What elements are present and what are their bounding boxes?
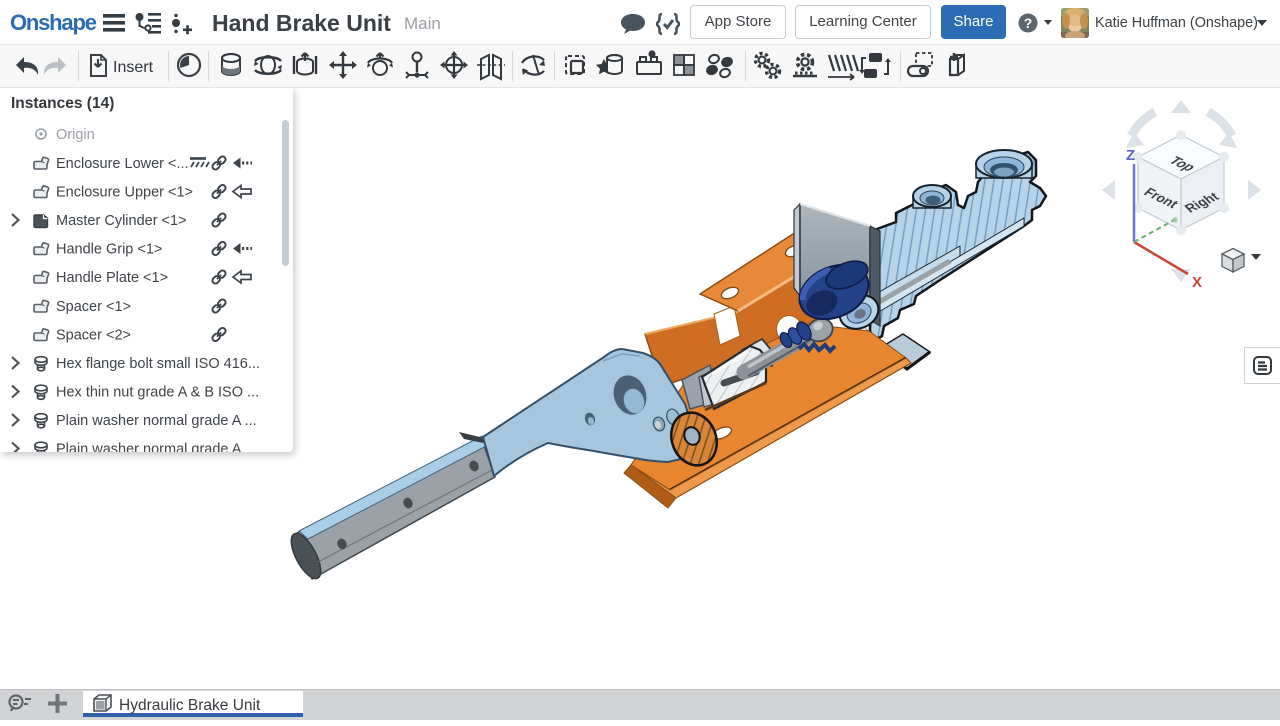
- svg-text:Enclosure Upper <1>: Enclosure Upper <1>: [56, 185, 193, 201]
- svg-text:?: ?: [1024, 15, 1033, 31]
- svg-text:Plain washer normal grade A ..: Plain washer normal grade A ...: [56, 413, 257, 429]
- svg-text:Z: Z: [1126, 147, 1135, 164]
- svg-text:Hex flange bolt small ISO 416.: Hex flange bolt small ISO 416...: [56, 356, 260, 372]
- svg-text:Enclosure Lower <...: Enclosure Lower <...: [56, 156, 189, 172]
- svg-text:Plain washer normal grade A: Plain washer normal grade A: [56, 442, 242, 453]
- svg-text:Instances (14): Instances (14): [11, 95, 114, 112]
- svg-text:Insert: Insert: [113, 59, 154, 76]
- svg-text:Master Cylinder <1>: Master Cylinder <1>: [56, 213, 187, 229]
- svg-text:Spacer <1>: Spacer <1>: [56, 299, 131, 315]
- svg-text:Hex thin nut grade A & B ISO .: Hex thin nut grade A & B ISO ...: [56, 385, 259, 401]
- svg-text:Handle Grip <1>: Handle Grip <1>: [56, 242, 162, 258]
- svg-text:Hydraulic Brake Unit: Hydraulic Brake Unit: [119, 697, 261, 714]
- svg-text:Spacer <2>: Spacer <2>: [56, 328, 131, 344]
- svg-text:Origin: Origin: [56, 127, 95, 143]
- svg-text:Handle Plate <1>: Handle Plate <1>: [56, 270, 168, 286]
- svg-text:X: X: [1192, 274, 1202, 291]
